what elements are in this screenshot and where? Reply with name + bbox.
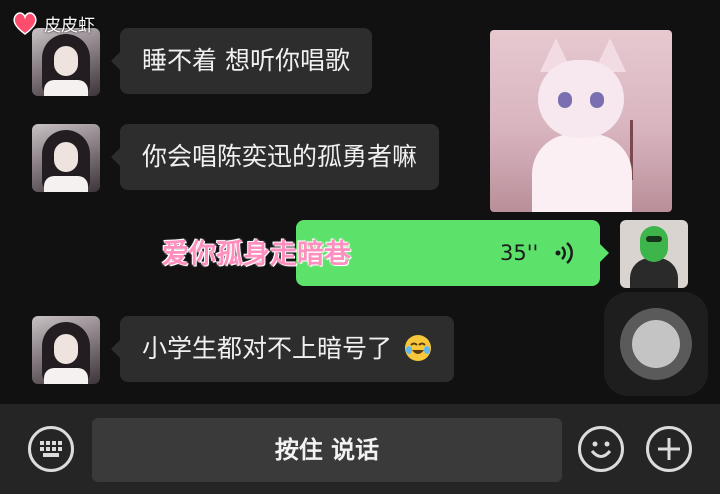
voice-duration: 35'': [500, 241, 539, 265]
video-caption: 爱你孤身走暗巷: [162, 239, 351, 270]
shrimp-logo-icon: [13, 12, 37, 35]
contact-avatar[interactable]: [32, 28, 100, 96]
watermark-text: 皮皮虾: [44, 15, 95, 36]
keyboard-icon[interactable]: [28, 426, 74, 472]
chat-area: 睡不着 想听你唱歌 你会唱陈奕迅的孤勇者嘛 35'' 爱你孤身走暗巷 小学生都对…: [0, 0, 720, 404]
my-avatar[interactable]: [620, 220, 688, 288]
app-watermark: 皮皮虾: [10, 10, 95, 36]
crying-laughing-emoji-icon: [404, 335, 431, 361]
contact-avatar[interactable]: [32, 316, 100, 384]
contact-avatar[interactable]: [32, 124, 100, 192]
hold-to-talk-button[interactable]: 按住 说话: [92, 418, 562, 482]
message-bubble[interactable]: 小学生都对不上暗号了: [111, 316, 454, 382]
assistive-touch-button[interactable]: [604, 292, 708, 396]
input-toolbar: 按住 说话: [0, 404, 720, 494]
message-bubble[interactable]: 睡不着 想听你唱歌: [111, 28, 372, 94]
plus-icon[interactable]: [646, 426, 692, 472]
message-bubble[interactable]: 你会唱陈奕迅的孤勇者嘛: [110, 124, 440, 190]
message-text: 小学生都对不上暗号了: [142, 334, 393, 363]
emoji-icon[interactable]: [578, 426, 624, 472]
anime-sticker-image[interactable]: [490, 30, 672, 212]
voice-wave-icon: [555, 242, 573, 264]
